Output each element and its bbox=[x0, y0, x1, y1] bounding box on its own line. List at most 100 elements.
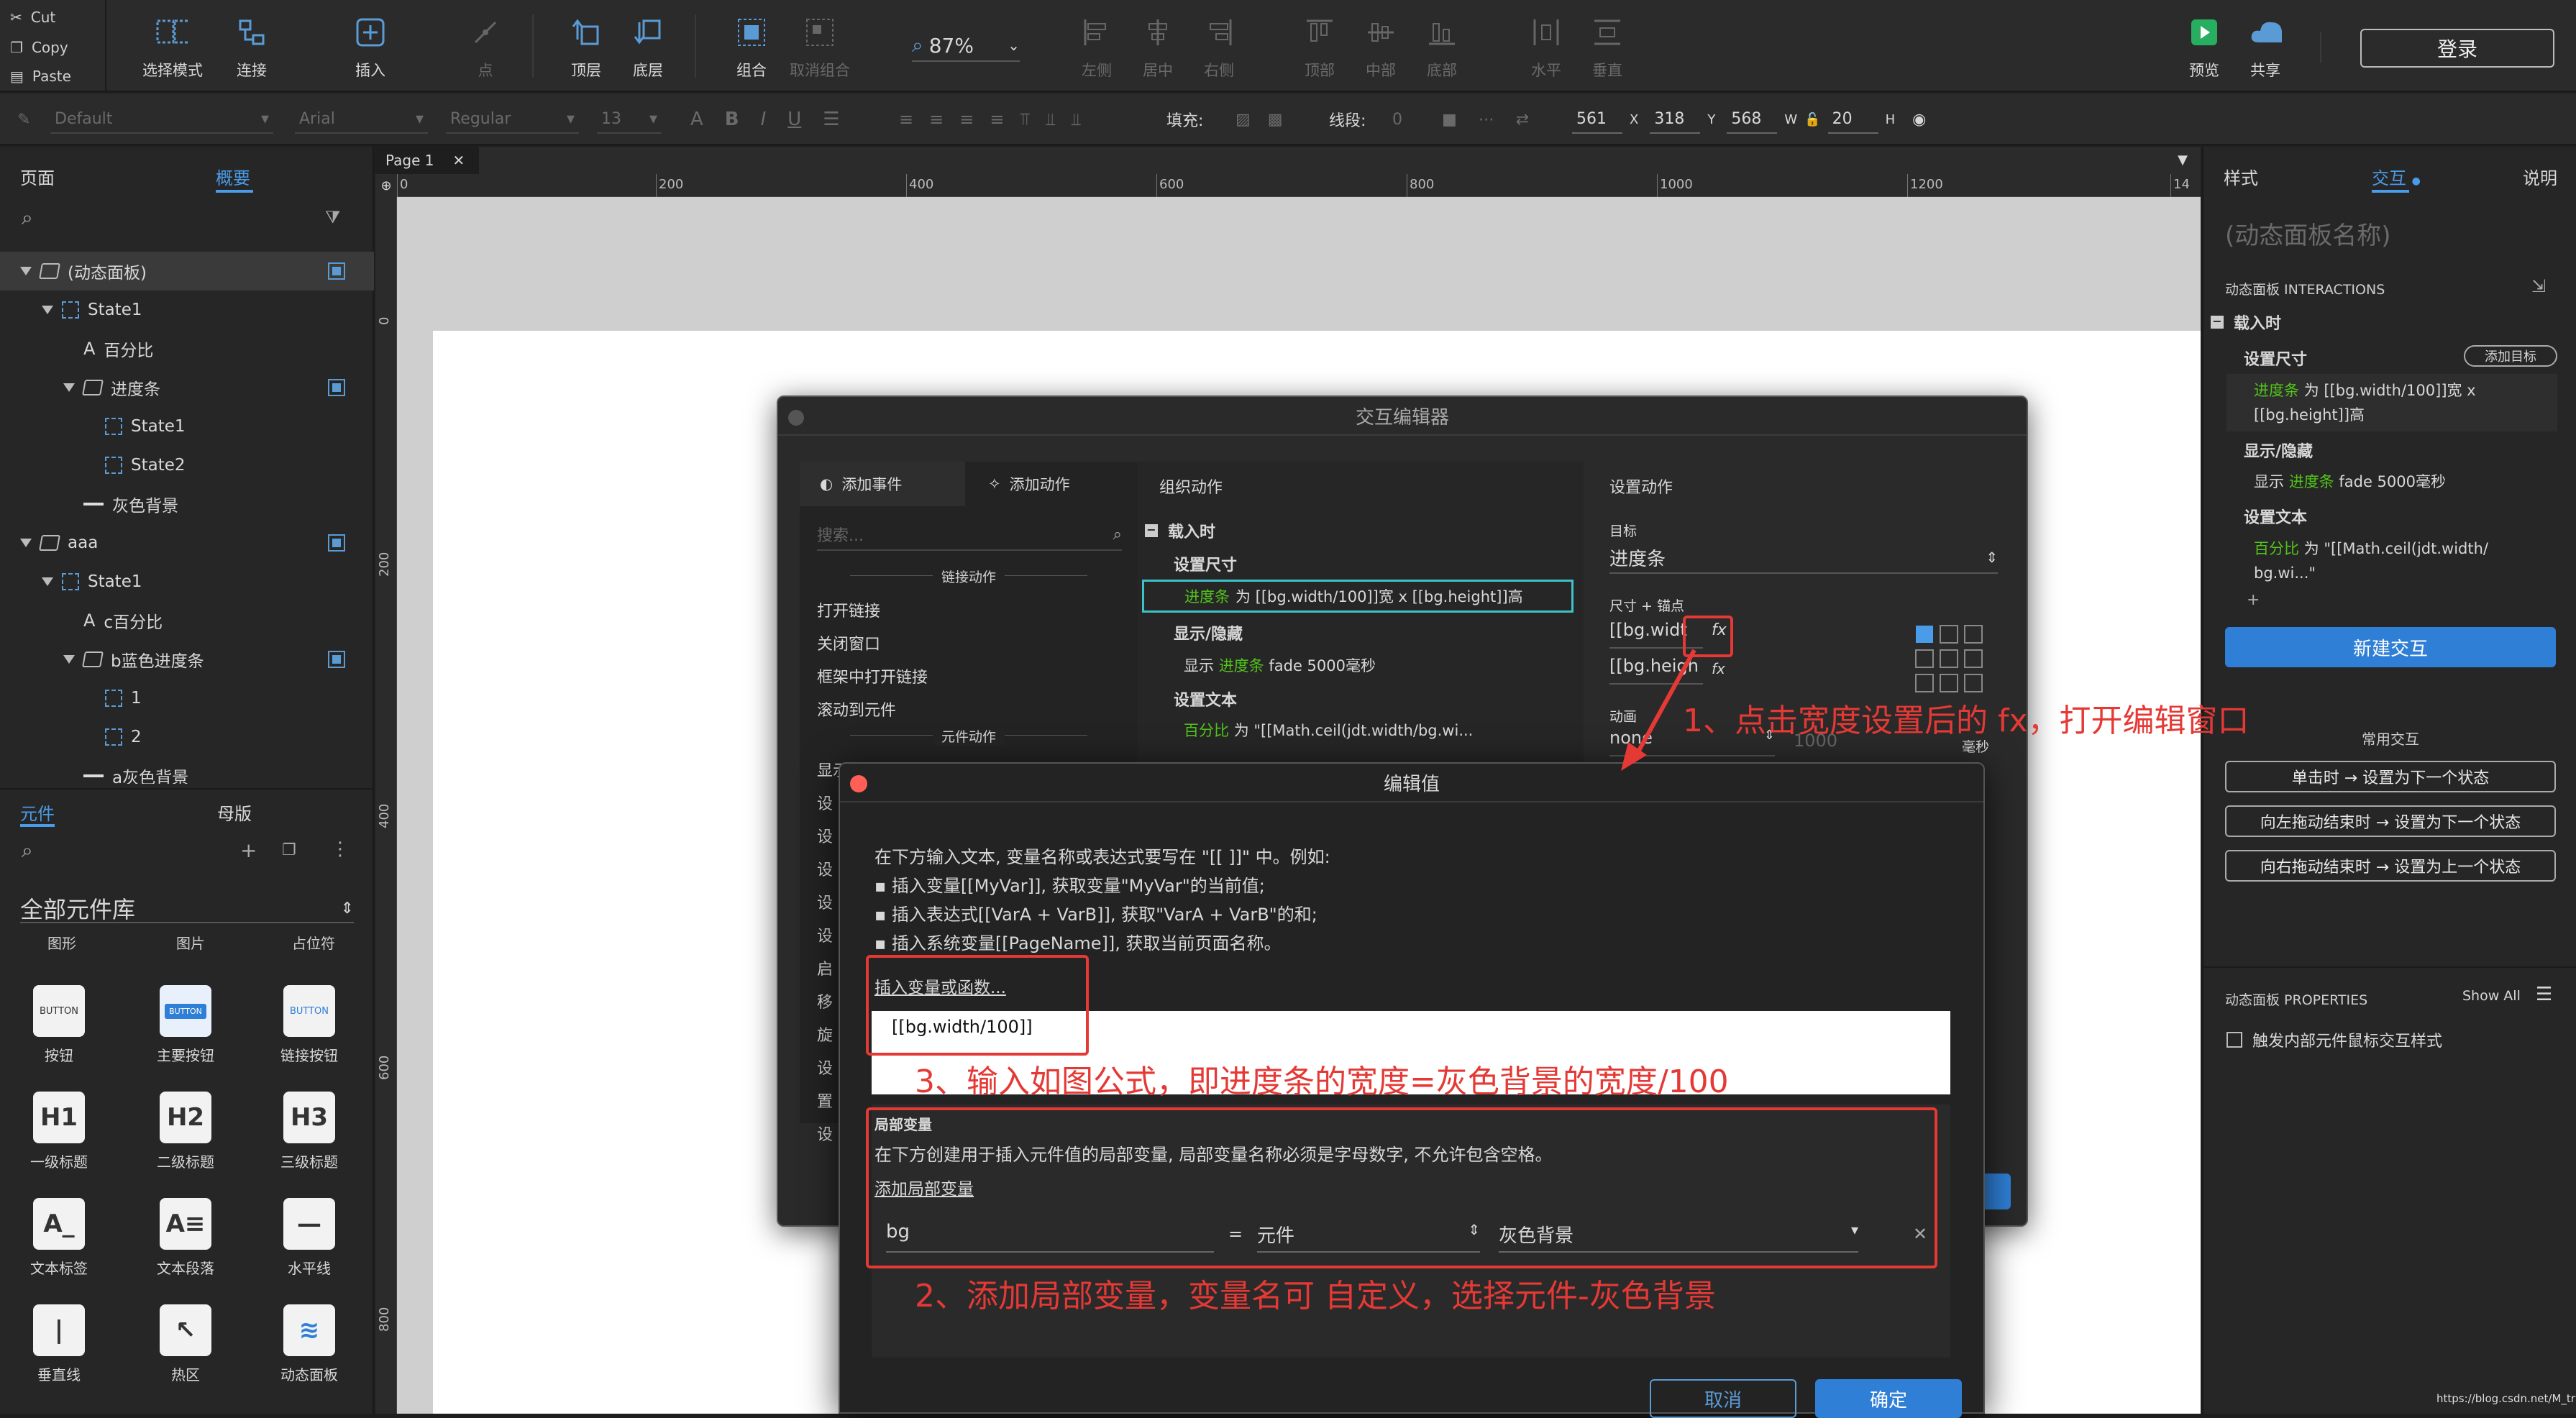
widget-item[interactable]: — 水平线 bbox=[256, 1198, 362, 1278]
line-color-icon[interactable]: ■ bbox=[1442, 111, 1457, 129]
valign-top-icon[interactable]: ⫪ bbox=[1020, 109, 1030, 129]
add-target-button[interactable]: 添加目标 bbox=[2464, 345, 2557, 367]
ungroup-button[interactable]: 取消组合 bbox=[784, 0, 856, 92]
outline-item[interactable]: b蓝色进度条 bbox=[0, 640, 374, 679]
tab-menu-icon[interactable]: ▼ bbox=[2178, 152, 2188, 168]
h-input[interactable]: 20 bbox=[1827, 105, 1878, 134]
arrow-style-icon[interactable]: ⇄ bbox=[1516, 111, 1529, 129]
outline-item[interactable]: 2 bbox=[0, 718, 374, 756]
show-all-link[interactable]: Show All bbox=[2462, 988, 2521, 1004]
bring-to-front-button[interactable]: 顶层 bbox=[561, 0, 611, 92]
outline-item[interactable]: State1 bbox=[0, 291, 374, 329]
search-icon[interactable]: ⌕ bbox=[22, 838, 33, 863]
expand-icon[interactable]: ⇲ bbox=[2531, 276, 2546, 296]
widget-action-item[interactable]: 设 bbox=[817, 1122, 833, 1145]
widget-item[interactable]: BUTTON 主要按钮 bbox=[132, 985, 239, 1065]
eye-icon[interactable]: ◉ bbox=[1912, 111, 1926, 129]
widget-action-item[interactable]: 设 bbox=[817, 923, 833, 946]
insert-button[interactable]: 插入 bbox=[338, 0, 403, 92]
add-action-tab[interactable]: ✧ 添加动作 bbox=[968, 462, 1138, 506]
search-icon[interactable]: ⌕ bbox=[22, 206, 33, 230]
widget-item[interactable]: BUTTON 链接按钮 bbox=[256, 985, 362, 1065]
common-interaction-1[interactable]: 单击时 → 设置为下一个状态 bbox=[2225, 761, 2556, 792]
font-size-select[interactable]: 13 ▾ bbox=[597, 93, 662, 145]
tab-widgets[interactable]: 元件 bbox=[20, 800, 55, 825]
org-event[interactable]: − 载入时 bbox=[1145, 519, 1215, 542]
ok-button[interactable]: 确定 bbox=[1815, 1379, 1962, 1418]
tab-pages[interactable]: 页面 bbox=[20, 164, 55, 189]
action2-detail[interactable]: 显示 进度条 fade 5000毫秒 bbox=[2254, 470, 2446, 492]
group-button[interactable]: 组合 bbox=[726, 0, 777, 92]
action1-detail[interactable]: 进度条 为 [[bg.width/100]]宽 x [[bg.height]]高 bbox=[2254, 378, 2556, 427]
widget-item[interactable]: ↖ 热区 bbox=[132, 1304, 239, 1384]
outline-item[interactable]: a灰色背景 bbox=[0, 756, 374, 784]
outline-item[interactable]: A 百分比 bbox=[0, 329, 374, 368]
preview-button[interactable]: 预览 bbox=[2179, 0, 2229, 92]
widget-action-item[interactable]: 设 bbox=[817, 857, 833, 880]
outline-item[interactable]: 1 bbox=[0, 679, 374, 718]
paste-button[interactable]: ▤ Paste bbox=[10, 63, 71, 89]
widget-action-item[interactable]: 设 bbox=[817, 791, 833, 814]
send-to-back-button[interactable]: 底层 bbox=[623, 0, 673, 92]
common-interaction-2[interactable]: 向左拖动结束时 → 设置为下一个状态 bbox=[2225, 805, 2556, 837]
close-icon[interactable]: ✕ bbox=[453, 152, 465, 169]
window-close-dot[interactable] bbox=[788, 410, 804, 426]
expand-toggle-icon[interactable] bbox=[42, 577, 53, 586]
outline-item[interactable]: State1 bbox=[0, 562, 374, 601]
align-middle-button[interactable]: 中部 bbox=[1356, 0, 1406, 92]
align-text-right-icon[interactable]: ≡ bbox=[959, 109, 974, 129]
outline-item[interactable]: State2 bbox=[0, 446, 374, 485]
widget-item[interactable]: A_ 文本标签 bbox=[6, 1198, 112, 1278]
zoom-select[interactable]: ⌕ 87% ⌄ bbox=[912, 30, 1020, 62]
new-interaction-button[interactable]: 新建交互 bbox=[2225, 627, 2556, 667]
line-width-input[interactable]: 0 bbox=[1392, 93, 1402, 145]
login-button[interactable]: 登录 bbox=[2360, 29, 2554, 68]
tab-interactions[interactable]: 交互 ● bbox=[2372, 164, 2421, 189]
panel-state-icon[interactable] bbox=[328, 379, 345, 396]
justify-icon[interactable]: ≡ bbox=[990, 109, 1004, 129]
fill-image-icon[interactable]: ▩ bbox=[1268, 111, 1283, 129]
action-show-hide[interactable]: 显示/隐藏 bbox=[2244, 439, 2313, 462]
widget-action-item[interactable]: 启 bbox=[817, 956, 833, 979]
filter-icon[interactable]: ⧩ bbox=[325, 207, 340, 227]
link-action-item[interactable]: 框架中打开链接 bbox=[817, 664, 928, 687]
line-pattern-icon[interactable]: ⋯ bbox=[1479, 111, 1494, 129]
more-icon[interactable]: ⋮ bbox=[331, 838, 350, 860]
align-text-center-icon[interactable]: ≡ bbox=[929, 109, 944, 129]
tab-page1[interactable]: Page 1 ✕ bbox=[375, 147, 479, 174]
y-input[interactable]: 318 bbox=[1650, 105, 1701, 134]
widget-item[interactable]: ≋ 动态面板 bbox=[256, 1304, 362, 1384]
widget-item[interactable]: BUTTON 按钮 bbox=[6, 985, 112, 1065]
org-action-show-hide[interactable]: 显示/隐藏 bbox=[1174, 621, 1243, 644]
select-mode-button[interactable]: 选择模式 bbox=[137, 0, 209, 92]
selected-org-action[interactable]: 进度条为 [[bg.width/100]]宽 x [[bg.height]]高 bbox=[1142, 580, 1574, 613]
fill-color-icon[interactable]: ▨ bbox=[1236, 111, 1251, 129]
font-weight-select[interactable]: Regular ▾ bbox=[446, 93, 579, 145]
action-search-input[interactable]: 搜索... ⌕ bbox=[817, 519, 1122, 551]
org-action-set-size[interactable]: 设置尺寸 bbox=[1174, 552, 1237, 575]
widget-item[interactable]: H3 三级标题 bbox=[256, 1092, 362, 1171]
valign-middle-icon[interactable]: ⫫ bbox=[1046, 109, 1056, 129]
widget-action-item[interactable]: 置 bbox=[817, 1089, 833, 1112]
panel-name-input[interactable]: (动态面板名称) bbox=[2225, 216, 2391, 251]
align-top-button[interactable]: 顶部 bbox=[1294, 0, 1345, 92]
action3-detail[interactable]: 百分比 为 "[[Math.ceil(jdt.width/bg.wi..." bbox=[2254, 536, 2488, 585]
list-icon[interactable]: ☰ bbox=[823, 109, 839, 130]
org-action2-detail[interactable]: 显示 进度条 fade 5000毫秒 bbox=[1184, 654, 1376, 676]
align-right-button[interactable]: 右侧 bbox=[1194, 0, 1244, 92]
action-set-text[interactable]: 设置文本 bbox=[2244, 505, 2307, 528]
cancel-button[interactable]: 取消 bbox=[1650, 1379, 1796, 1418]
prop-checkbox-row[interactable]: 触发内部元件鼠标交互样式 bbox=[2226, 1028, 2442, 1051]
add-action-icon[interactable]: + bbox=[2247, 591, 2260, 609]
collapse-icon[interactable]: − bbox=[2211, 316, 2224, 329]
valign-bottom-icon[interactable]: ⫫ bbox=[1072, 109, 1082, 129]
library-copy-icon[interactable]: ❐ bbox=[282, 841, 296, 859]
widget-action-item[interactable]: 设 bbox=[817, 824, 833, 847]
align-center-button[interactable]: 居中 bbox=[1133, 0, 1183, 92]
cut-button[interactable]: ✂ Cut bbox=[10, 4, 55, 30]
expand-toggle-icon[interactable] bbox=[63, 383, 75, 392]
add-event-tab[interactable]: ◐ 添加事件 bbox=[800, 462, 965, 506]
link-action-item[interactable]: 打开链接 bbox=[817, 598, 880, 621]
window-close-dot[interactable] bbox=[850, 775, 867, 792]
event-onload[interactable]: − 载入时 bbox=[2211, 311, 2281, 334]
